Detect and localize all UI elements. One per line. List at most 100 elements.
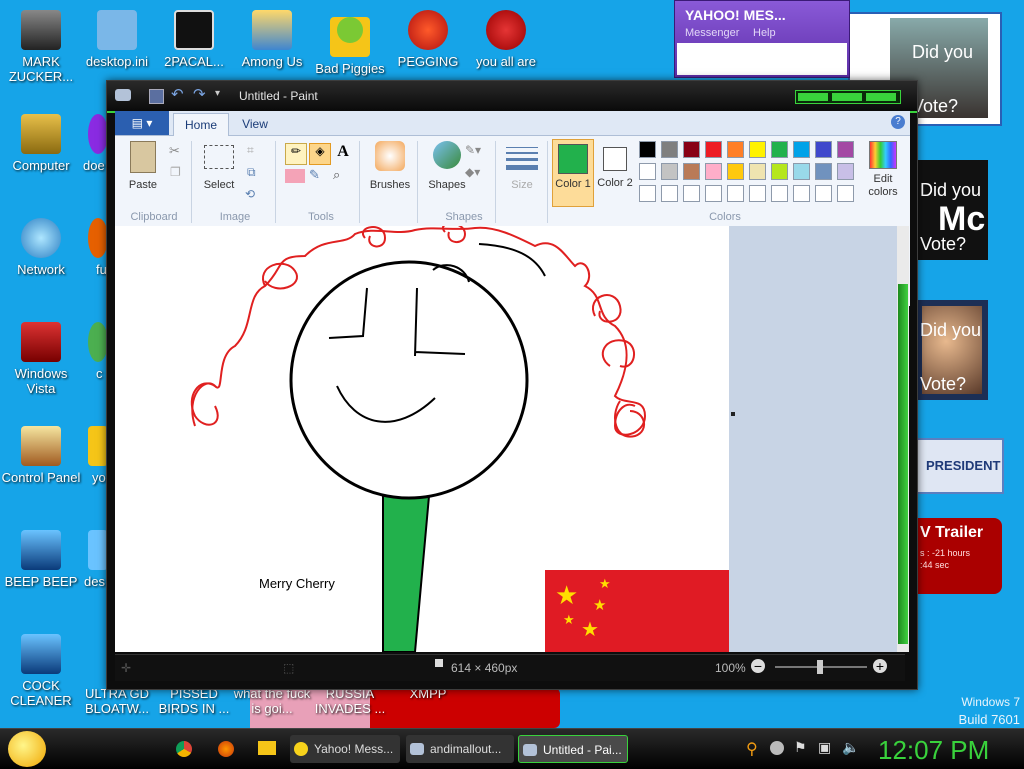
- color1-button[interactable]: Color 1: [552, 139, 594, 207]
- palette-swatch[interactable]: [771, 141, 788, 158]
- yahoo-menu-help[interactable]: Help: [753, 27, 776, 39]
- palette-swatch[interactable]: [705, 163, 722, 180]
- redo-icon[interactable]: ↷: [193, 85, 206, 103]
- scrollbar-thumb[interactable]: [898, 284, 908, 644]
- palette-swatch[interactable]: [837, 141, 854, 158]
- tab-home[interactable]: Home: [173, 113, 229, 136]
- select-button[interactable]: Select: [197, 141, 241, 205]
- resize-icon[interactable]: ⧉: [247, 165, 256, 180]
- zoom-slider-thumb[interactable]: [817, 660, 823, 674]
- size-button[interactable]: Size: [501, 141, 543, 205]
- undo-icon[interactable]: ↶: [171, 85, 184, 103]
- palette-swatch-empty[interactable]: [793, 185, 810, 202]
- fill-icon[interactable]: ◈: [309, 143, 331, 165]
- palette-swatch[interactable]: [815, 141, 832, 158]
- start-button[interactable]: [8, 731, 46, 767]
- palette-swatch-empty[interactable]: [727, 185, 744, 202]
- folder-taskbar-icon[interactable]: [258, 741, 276, 755]
- paint-window[interactable]: ↶ ↷ ▾ Untitled - Paint ▤ ▾ Home View ? P…: [106, 80, 918, 690]
- tab-view[interactable]: View: [233, 113, 277, 135]
- desktop-icon[interactable]: c: [68, 322, 108, 381]
- zoom-out-button[interactable]: −: [751, 659, 765, 673]
- desktop-icon[interactable]: des: [68, 530, 108, 589]
- flag-tray-icon[interactable]: ⚑: [794, 739, 807, 756]
- desktop-icon[interactable]: 2PACAL...: [153, 10, 235, 69]
- canvas-resize-handle[interactable]: [731, 412, 735, 416]
- palette-swatch[interactable]: [793, 163, 810, 180]
- desktop-icon[interactable]: PEGGING: [387, 10, 469, 69]
- volume-tray-icon[interactable]: 🔈: [842, 739, 859, 756]
- palette-swatch[interactable]: [837, 163, 854, 180]
- color-picker-icon[interactable]: ✎: [309, 167, 320, 183]
- palette-swatch[interactable]: [639, 141, 656, 158]
- search-tray-icon[interactable]: ⚲: [746, 739, 758, 759]
- palette-swatch[interactable]: [705, 141, 722, 158]
- palette-swatch-empty[interactable]: [749, 185, 766, 202]
- desktop-icon[interactable]: Among Us: [231, 10, 313, 69]
- palette-swatch-empty[interactable]: [815, 185, 832, 202]
- desktop-icon[interactable]: you all are: [465, 10, 547, 69]
- minimize-button[interactable]: [798, 93, 828, 101]
- paste-button[interactable]: Paste: [123, 141, 163, 205]
- desktop-icon[interactable]: yo: [68, 426, 108, 485]
- desktop-icon[interactable]: COCK CLEANER: [0, 634, 82, 708]
- palette-swatch[interactable]: [771, 163, 788, 180]
- chrome-taskbar-icon[interactable]: [176, 741, 192, 757]
- help-icon[interactable]: ?: [891, 115, 905, 129]
- palette-swatch[interactable]: [683, 163, 700, 180]
- palette-swatch-empty[interactable]: [837, 185, 854, 202]
- brushes-button[interactable]: Brushes: [365, 141, 415, 205]
- rotate-icon[interactable]: ⟲: [245, 187, 255, 201]
- desktop-icon[interactable]: what the fuck is goi...: [231, 686, 313, 716]
- close-button[interactable]: [866, 93, 896, 101]
- palette-swatch-empty[interactable]: [639, 185, 656, 202]
- eraser-icon[interactable]: [285, 169, 305, 183]
- zoom-slider[interactable]: [775, 660, 867, 674]
- yahoo-messenger-window[interactable]: YAHOO! MES... Messenger Help: [674, 0, 850, 78]
- desktop-icon[interactable]: Bad Piggies: [309, 10, 391, 76]
- clock[interactable]: 12:07 PM: [878, 735, 989, 766]
- palette-swatch[interactable]: [727, 141, 744, 158]
- desktop-icon[interactable]: PISSED BIRDS IN ...: [153, 686, 235, 716]
- copy-icon[interactable]: ❐: [170, 165, 181, 179]
- palette-swatch-empty[interactable]: [771, 185, 788, 202]
- minus-tray-icon[interactable]: [770, 741, 784, 755]
- taskbar-item-paint-active[interactable]: Untitled - Pai...: [518, 735, 628, 763]
- palette-swatch[interactable]: [749, 141, 766, 158]
- desktop-icon[interactable]: doe: [68, 114, 108, 173]
- palette-swatch[interactable]: [683, 141, 700, 158]
- palette-swatch[interactable]: [639, 163, 656, 180]
- edit-colors-button[interactable]: Edit colors: [863, 141, 903, 205]
- title-bar[interactable]: ↶ ↷ ▾ Untitled - Paint: [107, 81, 917, 113]
- taskbar-item-paint-other[interactable]: andimallout...: [406, 735, 514, 763]
- desktop-icon[interactable]: fu: [68, 218, 108, 277]
- desktop-icon[interactable]: ULTRA GD BLOATW...: [76, 686, 158, 716]
- palette-swatch-empty[interactable]: [661, 185, 678, 202]
- palette-swatch[interactable]: [661, 163, 678, 180]
- quick-access-dropdown[interactable]: ▾: [215, 88, 220, 99]
- crop-icon[interactable]: ⌗: [247, 143, 254, 158]
- palette-swatch[interactable]: [749, 163, 766, 180]
- palette-swatch-empty[interactable]: [705, 185, 722, 202]
- paint-app-icon[interactable]: [115, 89, 131, 101]
- palette-swatch-empty[interactable]: [683, 185, 700, 202]
- color2-button[interactable]: Color 2: [595, 139, 635, 205]
- fill-shape-icon[interactable]: ◆▾: [465, 165, 480, 179]
- zoom-in-button[interactable]: +: [873, 659, 887, 673]
- outline-icon[interactable]: ✎▾: [465, 143, 481, 157]
- taskbar-item-yahoo[interactable]: Yahoo! Mess...: [290, 735, 400, 763]
- network-tray-icon[interactable]: ▣: [818, 739, 831, 756]
- vertical-scrollbar[interactable]: [897, 226, 909, 652]
- firefox-taskbar-icon[interactable]: [218, 741, 234, 757]
- magnifier-icon[interactable]: ⌕: [333, 167, 340, 183]
- window-controls[interactable]: [795, 90, 901, 104]
- palette-swatch[interactable]: [661, 141, 678, 158]
- text-icon[interactable]: A: [333, 143, 353, 163]
- save-icon[interactable]: [149, 89, 164, 104]
- drawing-canvas[interactable]: ★ ★ ★ ★ ★ Merry Cherry: [115, 226, 729, 652]
- desktop-icon[interactable]: desktop.ini: [76, 10, 158, 69]
- pencil-icon[interactable]: ✏: [285, 143, 307, 165]
- desktop-icon[interactable]: RUSSIA INVADES ...: [309, 686, 391, 716]
- desktop-icon[interactable]: MARK ZUCKER...: [0, 10, 82, 84]
- palette-swatch[interactable]: [815, 163, 832, 180]
